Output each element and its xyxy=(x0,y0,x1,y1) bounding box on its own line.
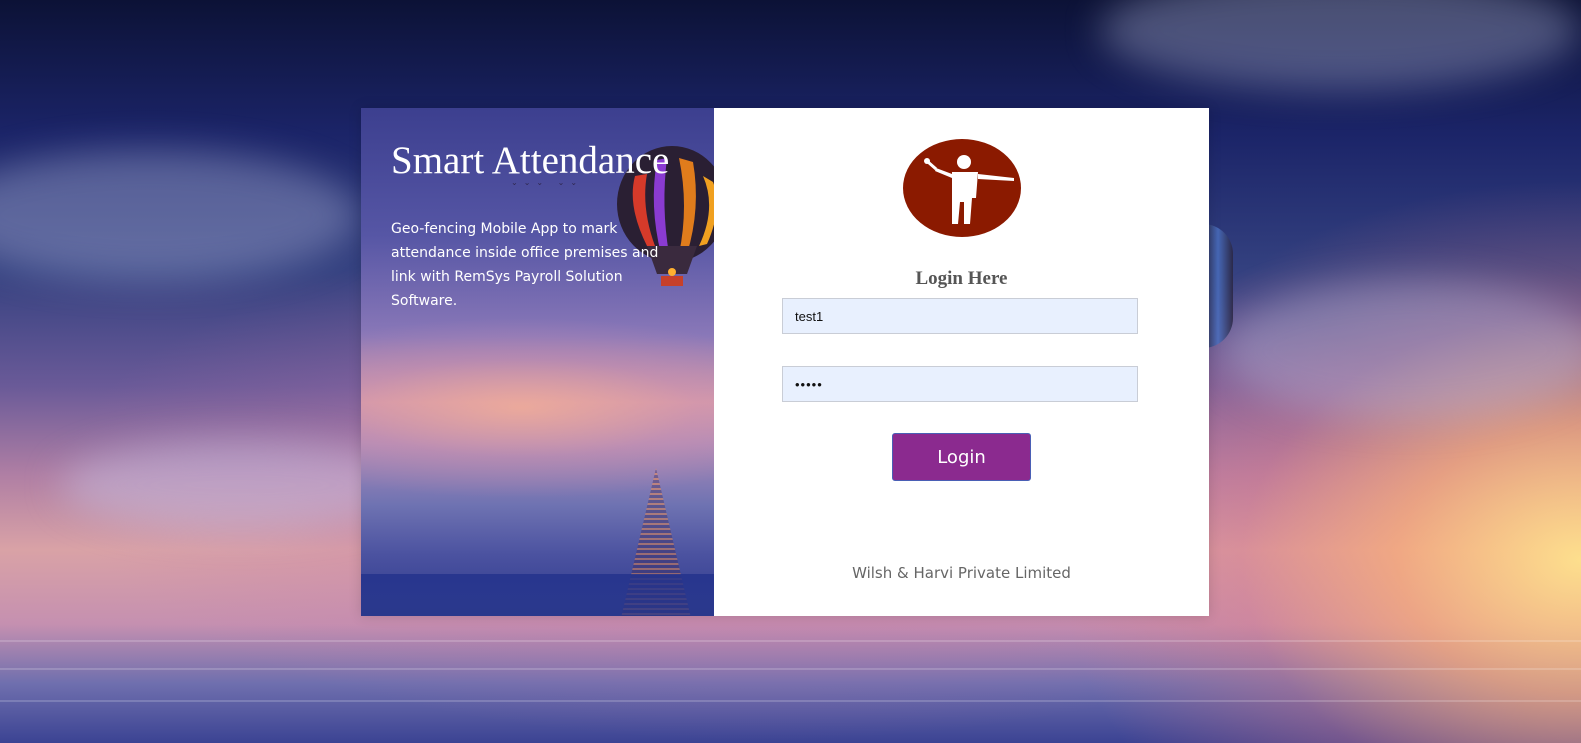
login-card: ⌄⌄⌄ ⌄⌄ Smart Attendance Geo-fencing Mobi… xyxy=(361,108,1209,616)
background-cloud xyxy=(1220,280,1581,420)
login-heading: Login Here xyxy=(915,268,1008,289)
company-name: Wilsh & Harvi Private Limited xyxy=(852,564,1071,582)
info-panel: ⌄⌄⌄ ⌄⌄ Smart Attendance Geo-fencing Mobi… xyxy=(361,108,714,616)
sea-ripple xyxy=(0,640,1581,642)
login-button[interactable]: Login xyxy=(892,433,1031,481)
background-cloud xyxy=(0,150,360,280)
water-strip xyxy=(361,574,714,616)
sea-ripple xyxy=(0,700,1581,702)
password-input[interactable] xyxy=(782,366,1138,402)
login-panel: Login Here Login Wilsh & Harvi Private L… xyxy=(714,108,1209,616)
app-description: Geo-fencing Mobile App to mark attendanc… xyxy=(391,221,659,309)
sea-ripple xyxy=(0,668,1581,670)
person-with-stick-logo-icon xyxy=(903,139,1021,237)
app-title: Smart Attendance xyxy=(391,139,670,182)
background-cloud xyxy=(1100,0,1580,90)
username-input[interactable] xyxy=(782,298,1138,334)
